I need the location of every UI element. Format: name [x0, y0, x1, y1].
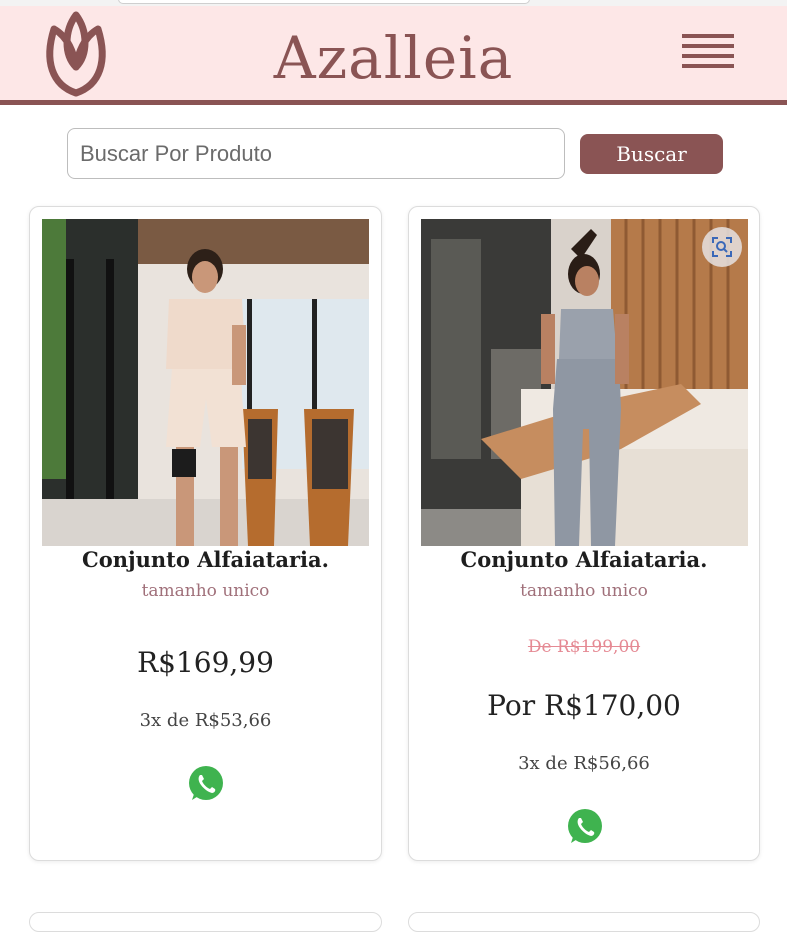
product-size: tamanho unico	[141, 581, 270, 601]
product-price: Por R$170,00	[487, 689, 681, 722]
product-photo[interactable]	[421, 219, 748, 546]
visual-search-icon[interactable]	[702, 227, 742, 267]
product-card-next-row[interactable]	[29, 912, 382, 932]
product-title[interactable]: Conjunto Alfaiataria.	[409, 547, 759, 572]
whatsapp-icon[interactable]	[565, 807, 605, 847]
product-installments: 3x de R$56,66	[518, 753, 650, 774]
browser-tab-edge	[118, 0, 530, 4]
product-installments: 3x de R$53,66	[139, 710, 272, 731]
hamburger-menu-icon[interactable]	[682, 34, 734, 74]
search-input[interactable]	[67, 128, 565, 179]
product-old-price: De R$199,00	[527, 637, 641, 657]
product-price: R$169,99	[137, 646, 274, 679]
product-size: tamanho unico	[520, 581, 648, 601]
whatsapp-icon[interactable]	[186, 764, 226, 804]
product-card-next-row[interactable]	[408, 912, 760, 932]
product-title[interactable]: Conjunto Alfaiataria.	[30, 547, 381, 572]
search-button[interactable]: Buscar	[580, 134, 723, 174]
product-card[interactable]: Conjunto Alfaiataria. tamanho unico De R…	[408, 206, 760, 861]
product-card[interactable]: Conjunto Alfaiataria. tamanho unico R$16…	[29, 206, 382, 861]
site-header: Azalleia	[0, 6, 787, 105]
product-photo[interactable]	[42, 219, 369, 546]
site-brand-title[interactable]: Azalleia	[0, 23, 787, 93]
